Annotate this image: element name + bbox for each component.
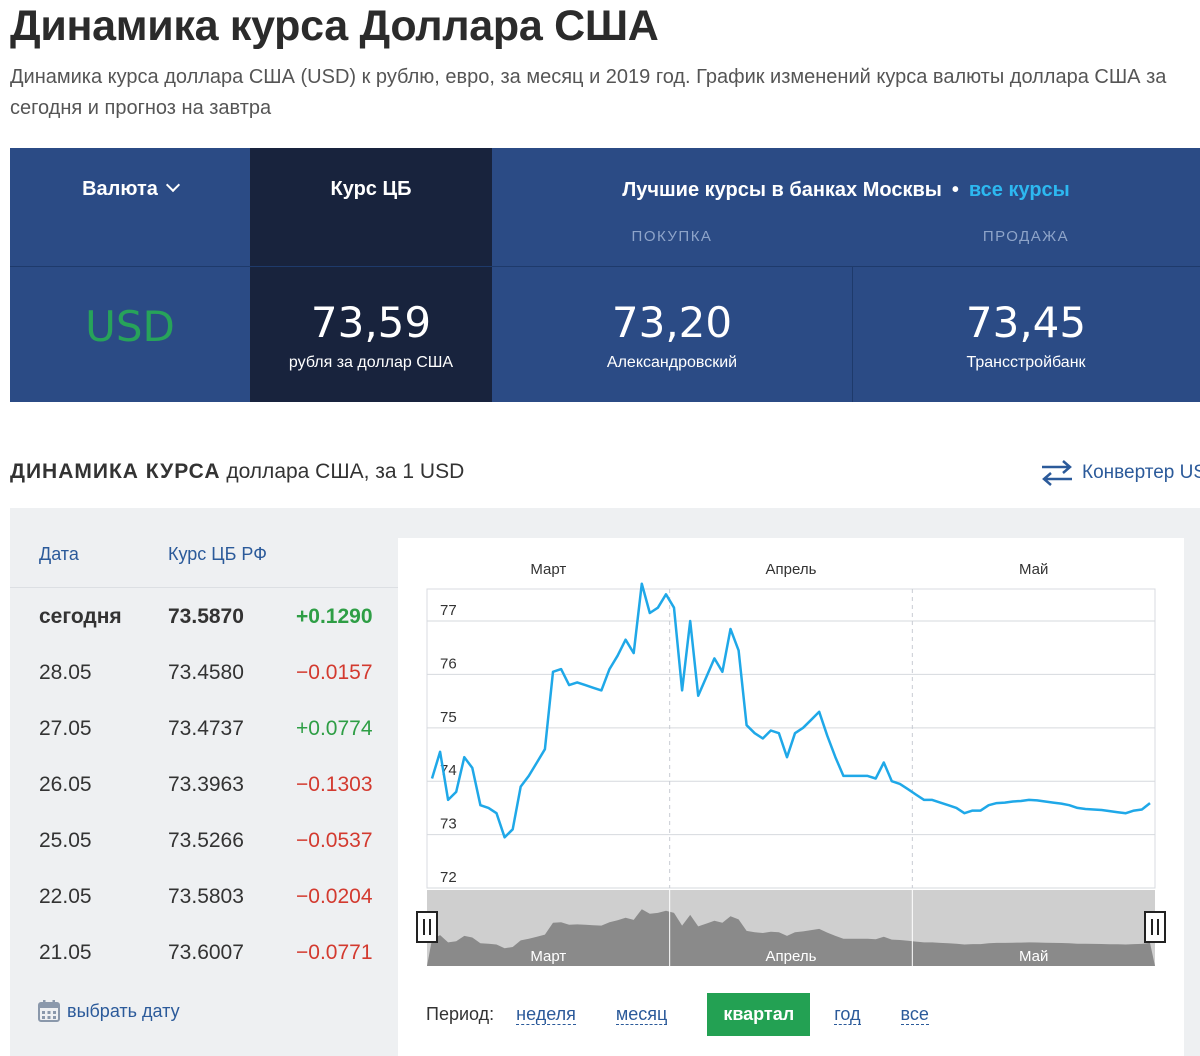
month-label: Май <box>1019 561 1048 578</box>
navigator-month-label: Май <box>1019 948 1048 965</box>
row-date: 27.05 <box>39 717 92 740</box>
row-date: сегодня <box>39 605 122 628</box>
cb-rate-heading: Курс ЦБ <box>330 178 412 200</box>
pick-date-link[interactable]: выбрать дату <box>38 1000 180 1022</box>
row-rate: 73.4737 <box>168 717 244 740</box>
page-title: Динамика курса Доллара США <box>10 2 659 50</box>
divider <box>10 266 492 267</box>
row-rate: 73.6007 <box>168 941 244 964</box>
period-option-квартал[interactable]: квартал <box>707 993 811 1036</box>
sell-label: ПРОДАЖА <box>982 228 1070 245</box>
cb-rate-caption: рубля за доллар США <box>288 354 454 371</box>
row-date: 28.05 <box>39 661 92 684</box>
row-change: +0.1290 <box>296 605 373 628</box>
period-options: неделя месяц квартал год все <box>516 993 969 1036</box>
all-rates-link[interactable]: все курсы <box>969 179 1070 201</box>
table-row: 28.05 73.4580 −0.0157 <box>10 645 398 701</box>
column-header-date: Дата <box>39 544 79 564</box>
section-title: ДИНАМИКА КУРСА доллара США, за 1 USD <box>10 460 464 484</box>
sell-rate-value: 73,45 <box>965 298 1087 347</box>
sell-bank-name[interactable]: Трансстройбанк <box>852 354 1200 372</box>
table-row: 22.05 73.5803 −0.0204 <box>10 869 398 925</box>
table-row: сегодня 73.5870 +0.1290 <box>10 589 398 645</box>
row-date: 26.05 <box>39 773 92 796</box>
navigator-handle-right[interactable] <box>1144 911 1166 943</box>
period-option-год[interactable]: год <box>834 1004 861 1025</box>
navigator-month-label: Март <box>530 948 566 965</box>
converter-link[interactable]: Конвертер US <box>1040 458 1200 488</box>
row-change: −0.0157 <box>296 661 373 684</box>
y-tick-label: 75 <box>440 709 457 726</box>
swap-arrows-icon <box>1042 460 1072 486</box>
cb-rate-value: 73,59 <box>310 298 432 347</box>
row-change: −0.0537 <box>296 829 373 852</box>
period-label: Период: <box>426 1004 495 1024</box>
table-row: 25.05 73.5266 −0.0537 <box>10 813 398 869</box>
table-divider <box>10 587 398 588</box>
chart-card: 77 76 75 74 73 72 Март Апрель Май Март Апрель Май <box>398 538 1184 1056</box>
row-change: +0.0774 <box>296 717 373 740</box>
row-change: −0.0204 <box>296 885 373 908</box>
month-label: Апрель <box>766 561 817 578</box>
period-option-все[interactable]: все <box>900 1004 929 1025</box>
table-row: 26.05 73.3963 −0.1303 <box>10 757 398 813</box>
month-label: Март <box>530 561 566 578</box>
best-rates-heading: Лучшие курсы в банках Москвы • все курсы <box>492 179 1200 202</box>
best-rates-label: Лучшие курсы в банках Москвы <box>622 179 942 201</box>
y-tick-label: 72 <box>440 869 457 886</box>
pick-date-label: выбрать дату <box>67 1000 180 1021</box>
rates-panel: Валюта Курс ЦБ Лучшие курсы в банках Мос… <box>10 148 1200 402</box>
section-title-bold: ДИНАМИКА КУРСА <box>10 460 221 483</box>
column-header-rate: Курс ЦБ РФ <box>168 544 267 564</box>
y-tick-label: 73 <box>440 816 457 833</box>
y-tick-label: 77 <box>440 602 457 619</box>
y-tick-label: 76 <box>440 655 457 672</box>
row-rate: 73.5266 <box>168 829 244 852</box>
row-change: −0.1303 <box>296 773 373 796</box>
navigator-handle-left[interactable] <box>416 911 438 943</box>
row-rate: 73.5803 <box>168 885 244 908</box>
row-rate: 73.3963 <box>168 773 244 796</box>
row-date: 25.05 <box>39 829 92 852</box>
currency-select[interactable]: Валюта <box>10 177 250 201</box>
plot-area <box>426 588 1156 889</box>
chevron-down-icon <box>165 177 180 193</box>
rate-chart: 777675747372Март Апрель МайМарт Апрель Май <box>416 561 1166 966</box>
table-row: 21.05 73.6007 −0.0771 <box>10 925 398 981</box>
navigator-month-label: Апрель <box>766 948 817 965</box>
buy-label: ПОКУПКА <box>631 228 713 245</box>
buy-rate-value: 73,20 <box>611 298 733 347</box>
separator-dot: • <box>951 179 959 201</box>
period-selector: Период: неделя месяц квартал год все <box>426 993 969 1036</box>
period-option-неделя[interactable]: неделя <box>516 1004 576 1025</box>
currency-code: USD <box>85 302 175 351</box>
row-rate: 73.4580 <box>168 661 244 684</box>
converter-label: Конвертер US <box>1082 462 1200 483</box>
buy-bank-name[interactable]: Александровский <box>492 354 852 372</box>
page-description: Динамика курса доллара США (USD) к рублю… <box>10 66 1167 119</box>
period-option-месяц[interactable]: месяц <box>615 1004 668 1025</box>
row-rate: 73.5870 <box>168 605 244 628</box>
divider <box>492 266 1200 267</box>
currency-select-label: Валюта <box>82 178 158 200</box>
section-title-rest: доллара США, за 1 USD <box>220 460 465 483</box>
row-date: 22.05 <box>39 885 92 908</box>
calendar-icon <box>38 1000 60 1022</box>
row-change: −0.0771 <box>296 941 373 964</box>
row-date: 21.05 <box>39 941 92 964</box>
table-row: 27.05 73.4737 +0.0774 <box>10 701 398 757</box>
